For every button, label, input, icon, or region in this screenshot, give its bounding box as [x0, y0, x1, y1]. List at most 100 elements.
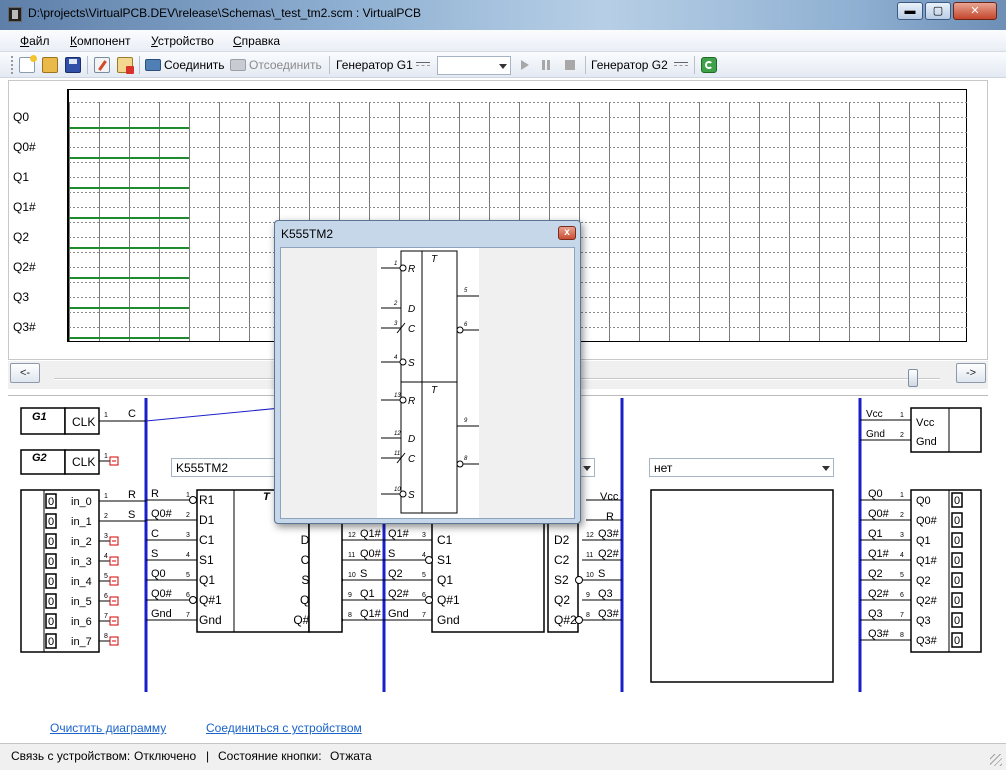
refresh-icon[interactable]	[701, 57, 717, 73]
scroll-left-button[interactable]: <-	[10, 363, 40, 383]
symbol-pin-label: C	[408, 454, 416, 465]
chip1-right-net: Q1#	[360, 608, 382, 620]
stop-icon[interactable]	[565, 60, 575, 70]
input-value: 0	[48, 496, 54, 508]
chip1-left-pin: 2	[186, 512, 190, 519]
chip2-right-top-net: Vcc	[600, 491, 619, 503]
signal-label: Q2#	[13, 260, 36, 274]
chip1-left-pin: 4	[186, 552, 190, 559]
chip2-right-label: S2	[554, 573, 569, 587]
chip1-right-net: Q1#	[360, 528, 382, 540]
new-file-icon[interactable]	[19, 55, 37, 73]
chip2-right-net: Q3#	[598, 608, 620, 620]
button-status-label: Состояние кнопки:	[218, 749, 322, 763]
connect-device-link[interactable]: Соединиться с устройством	[206, 721, 362, 735]
save-icon[interactable]	[65, 57, 81, 73]
symbol-pin-number: 2	[393, 301, 398, 307]
connect-icon[interactable]	[145, 59, 161, 71]
chip1-left-net: S	[151, 548, 158, 560]
disconnect-icon[interactable]	[230, 59, 246, 71]
empty-chip-slot	[650, 489, 834, 683]
input-pin: 3	[104, 533, 108, 540]
clear-diagram-link[interactable]: Очистить диаграмму	[50, 721, 166, 735]
scroll-right-button[interactable]: ->	[956, 363, 986, 383]
symbol-inversion-circle	[456, 460, 464, 468]
menu-help[interactable]: Справка	[233, 34, 280, 48]
g1-net: C	[128, 408, 136, 420]
open-folder-icon[interactable]	[42, 57, 58, 73]
minimize-button[interactable]: ▬	[897, 2, 923, 20]
slot1-chip-select[interactable]: K555TM2	[171, 458, 277, 477]
signal-label: Q2	[13, 230, 30, 244]
resize-grip[interactable]	[990, 754, 1002, 766]
inversion-circle	[425, 596, 433, 604]
output-net: Q1	[868, 528, 883, 540]
chip2-right-pin: 10	[586, 572, 594, 579]
output-label: Q0#	[916, 515, 938, 527]
signal-label: Q0#	[13, 140, 36, 154]
close-button[interactable]: ✕	[953, 2, 997, 20]
output-net: Q3#	[868, 628, 890, 640]
signal-label: Q3#	[13, 320, 36, 334]
generator1-combo[interactable]	[437, 56, 511, 75]
menu-file[interactable]: Файл	[20, 34, 50, 48]
output-label: Q1#	[916, 555, 938, 567]
toolbar-grip	[11, 56, 13, 74]
menu-component[interactable]: Компонент	[70, 34, 131, 48]
dialog-title: K555TM2	[281, 227, 334, 241]
chip2-left-net: Q2	[388, 568, 403, 580]
chip2-left-net: Gnd	[388, 608, 409, 620]
connect-button[interactable]: Соединить	[164, 58, 225, 72]
output-label: Q0	[916, 495, 931, 507]
chip2-right-net: S	[598, 568, 605, 580]
disconnect-button[interactable]: Отсоединить	[249, 58, 322, 72]
symbol-inversion-circle	[399, 358, 407, 366]
menu-device[interactable]: Устройство	[151, 34, 214, 48]
output-value: 0	[954, 635, 960, 647]
symbol-inversion-circle	[399, 264, 407, 272]
edit-icon[interactable]	[94, 57, 110, 73]
g2-pin: 1	[104, 453, 108, 460]
chip2-left-pin: 6	[422, 592, 426, 599]
scroll-thumb[interactable]	[908, 369, 919, 387]
output-net: Q0#	[868, 508, 890, 520]
chip1-right-pin: 9	[348, 592, 352, 599]
symbol-pin-label: R	[408, 396, 415, 407]
signal-label: Q0	[13, 110, 30, 124]
title-bar: D:\projects\VirtualPCB.DEV\release\Schem…	[0, 0, 1006, 30]
chip2-right-label: Q#2	[554, 613, 577, 627]
output-pin: 3	[900, 532, 904, 539]
input-pin: 6	[104, 593, 108, 600]
signal-label: Q1	[13, 170, 30, 184]
output-label: Q2#	[916, 595, 938, 607]
pause-icon[interactable]	[542, 60, 550, 70]
generator1-slider-icon[interactable]	[416, 62, 430, 66]
chip2-right-net: Q3#	[598, 528, 620, 540]
output-net: Q1#	[868, 548, 890, 560]
output-value: 0	[954, 555, 960, 567]
chip1-left-pin: 1	[186, 492, 190, 499]
maximize-button[interactable]: ▢	[925, 2, 951, 20]
chip1-left-pin: 7	[186, 612, 190, 619]
chip1-left-net: Gnd	[151, 608, 172, 620]
chip2-right-pin: 12	[586, 532, 594, 539]
input-label: in_5	[71, 596, 92, 608]
chip1-left-net: Q0#	[151, 588, 173, 600]
export-icon[interactable]	[117, 57, 134, 74]
chip1-left-net: R	[151, 488, 159, 500]
toolbar-separator	[139, 56, 140, 74]
chip2-left-pin: 4	[422, 552, 426, 559]
input-value: 0	[48, 596, 54, 608]
chip2-left-pin: 7	[422, 612, 426, 619]
play-icon[interactable]	[521, 60, 529, 70]
dialog-close-button[interactable]: x	[558, 226, 576, 240]
generator2-slider-icon[interactable]	[674, 62, 688, 66]
input-value: 0	[48, 516, 54, 528]
dialog-body: T T 1 R 2 D 3 C 4 S 13 R 12 D 11 C 10 S 5 6 9 8	[280, 247, 575, 519]
symbol-header2: T	[431, 385, 438, 396]
chip-preview-dialog: K555TM2 x T T 1 R 2 D 3 C 4 S 13 R 12 D 11 C 10 S 5 6 9 8	[274, 220, 581, 524]
chip1-pin-label: R1	[199, 493, 215, 507]
chip1-pin-label: D1	[199, 513, 215, 527]
symbol-pin-number: 11	[394, 451, 400, 457]
slot4-chip-select[interactable]: нет	[649, 458, 834, 477]
